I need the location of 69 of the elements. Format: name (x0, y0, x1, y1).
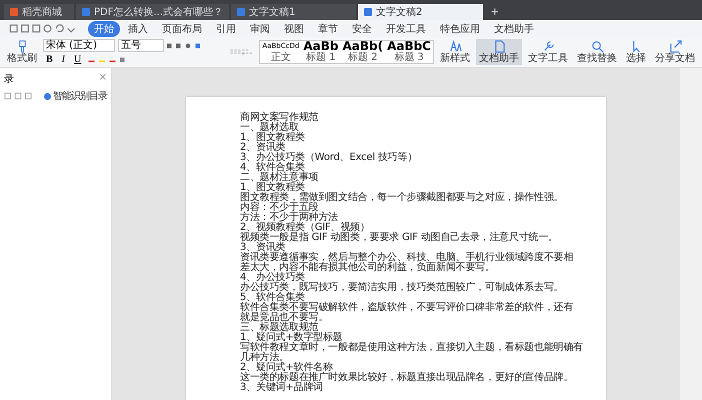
format-painter-button[interactable]: 格式刷 (4, 39, 40, 65)
format-button[interactable]: U (71, 54, 84, 65)
document-text-line: 软件合集类不要写破解软件，盗版软件，不要写评价口碑非常差的软件，还有 (240, 303, 574, 313)
document-text-line: 写软件教程文章时，一般都是使用这种方法，直接切入主题，看标题也能明确有 (240, 343, 584, 353)
document-text-line: 图文教程类，需做到图文结合，每一个步骤截图都要与之对应，操作性强。 (240, 193, 564, 203)
document-text-line: 资讯类要遵循事实，然后与整个办公、科技、电脑、手机行业领域跨度不要相 (240, 253, 574, 263)
search-icon (590, 40, 604, 53)
document-text-line: 方法：不少于两种方法 (240, 213, 340, 223)
document-text-line: 视频类一般是指 GIF 动图类，要要求 GIF 动图自己去录，注意尺寸统一。 (240, 233, 560, 243)
document-text-line: 2、资讯类 (240, 143, 286, 153)
document-text-line: 1、图文教程类 (240, 183, 305, 193)
document-text-line: 一、题材选取 (240, 123, 299, 133)
document-tab[interactable]: 稻壳商城 (4, 4, 74, 20)
document-text-line: 1、疑问式+数字型标题 (240, 333, 343, 343)
style-option[interactable]: AaBbC 标题 3 (385, 41, 433, 63)
document-tab[interactable]: 文字文稿2 (358, 4, 484, 20)
ribbon-tool-button[interactable]: 新样式 (437, 39, 473, 65)
menu-tab[interactable]: 安全 (346, 20, 378, 36)
menu-tab[interactable]: 页面布局 (156, 20, 208, 36)
menu-tab[interactable]: 开始 (88, 20, 120, 36)
document-text-line: 3、资讯类 (240, 243, 286, 253)
document-text-line: 2、视频教程类（GIF、视频） (240, 223, 370, 233)
document-text-line: 差太大，内容不能有损其他公司的利益，负面新闻不要写。 (240, 263, 496, 273)
menu-tab[interactable]: 文档助手 (488, 20, 540, 36)
document-text-line: 4、办公技巧类 (240, 273, 305, 283)
document-text-line: 几种方法。 (240, 353, 290, 363)
ribbon-tool-button[interactable]: 查找替换 (574, 39, 620, 65)
document-text-line: 这一类的标题在推广时效果比较好，标题直接出现品牌名，更好的宣传品牌。 (240, 373, 574, 383)
document-text-line: 3、办公技巧类（Word、Excel 技巧等） (240, 153, 418, 163)
menu-tab[interactable]: 插入 (122, 20, 154, 36)
document-tab[interactable]: PDF怎么转换...式会有哪些？ (76, 4, 230, 20)
menu-tab[interactable]: 章节 (312, 20, 344, 36)
new-tab-button[interactable]: + (485, 4, 505, 20)
document-text-line: 3、关键词+品牌词 (240, 383, 324, 393)
ribbon-tool-button[interactable]: 文档助手 (476, 39, 522, 65)
outline-tools-icons[interactable] (4, 92, 32, 100)
document-text-line: 5、软件合集类 (240, 293, 305, 303)
format-button[interactable]: B (43, 54, 56, 65)
format-button[interactable]: I (58, 54, 68, 65)
toc-badge-icon (44, 92, 51, 100)
wrench-icon (542, 40, 554, 53)
document-text-line: 4、软件合集类 (240, 163, 305, 173)
document-text-line: 就是竞品也不要写。 (240, 313, 330, 323)
quick-access-icons[interactable] (8, 24, 78, 33)
font-size-dropdown[interactable]: 五号 (118, 39, 164, 52)
share-icon (668, 40, 682, 53)
ribbon-tool-button[interactable]: 文字工具 (525, 39, 571, 65)
ribbon-tool-button[interactable]: 分享文档 (652, 39, 698, 65)
document-text-line: 二、题材注意事项 (240, 173, 320, 183)
style-option[interactable]: AaBb 标题 1 (301, 41, 340, 63)
smart-toc-button[interactable]: 智能识别目录 (44, 89, 107, 103)
document-text-line: 2、疑问式+软件名称 (240, 363, 333, 373)
font-name-dropdown[interactable]: 宋体 (正文) (43, 39, 115, 52)
menu-tab[interactable]: 特色应用 (434, 20, 486, 36)
menu-tab[interactable]: 视图 (278, 20, 310, 36)
document-text-line: 三、标题选取规范 (240, 323, 318, 333)
menu-tab[interactable]: 开发工具 (380, 20, 432, 36)
style-option[interactable]: AaBb( 标题 2 (340, 41, 386, 63)
menu-tab[interactable]: 引用 (210, 20, 242, 36)
document-text-line: 商网文案写作规范 (240, 113, 320, 123)
ribbon-tool-button[interactable]: 选择 (623, 39, 649, 65)
document-text-line: 内容：不少于五段 (240, 203, 318, 213)
scrollbar[interactable] (680, 68, 702, 400)
menu-tab[interactable]: 审阅 (244, 20, 276, 36)
document-tab[interactable]: 文字文稿1 (231, 4, 356, 20)
pane-title: 录 (4, 73, 14, 86)
document-text-line: 办公技巧类，既写技巧，要简洁实用，技巧类范围较广，可制成体系去写。 (240, 283, 564, 293)
letters-icon (448, 40, 462, 53)
document-text-line: 1、图文教程类 (240, 133, 306, 143)
